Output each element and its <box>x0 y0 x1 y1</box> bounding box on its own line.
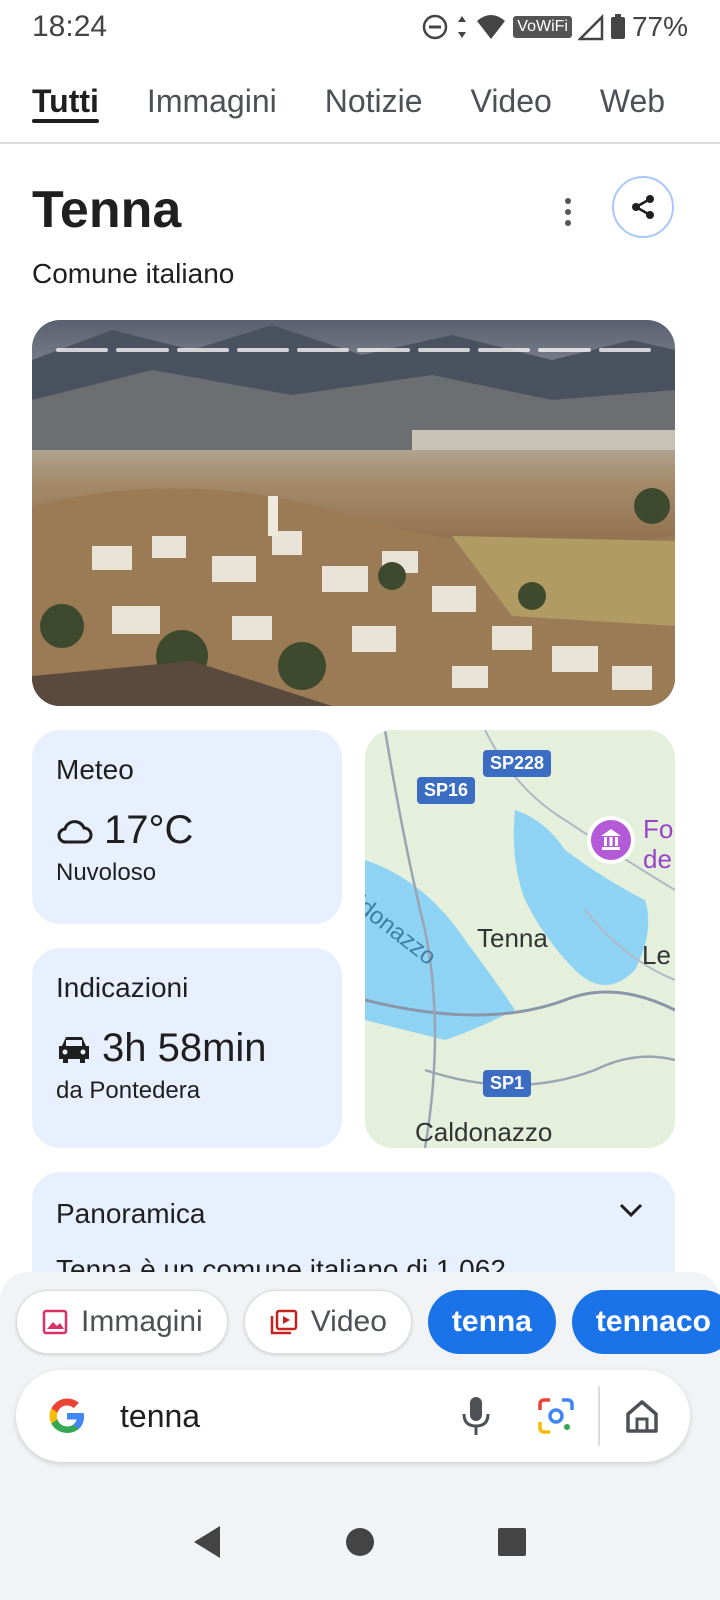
directions-duration: 3h 58min <box>102 1026 267 1070</box>
video-icon <box>270 1309 297 1335</box>
map-label-poi-1: Fo <box>643 814 674 844</box>
chip-tennaco-label: tennaco <box>595 1305 711 1338</box>
wifi-icon <box>477 15 506 39</box>
tab-immagini[interactable]: Immagini <box>147 60 277 142</box>
status-icons: VoWiFi 77% <box>421 11 688 43</box>
page-subtitle: Comune italiano <box>32 258 235 289</box>
chip-tenna-label: tenna <box>451 1305 532 1338</box>
battery-icon <box>610 14 625 39</box>
chip-video[interactable]: Video <box>243 1290 412 1354</box>
map-preview[interactable]: SP228 SP16 SP1 Tenna Caldonazzo aldonazz… <box>365 730 675 1148</box>
home-icon[interactable] <box>622 1396 662 1436</box>
status-time: 18:24 <box>32 10 108 43</box>
hero-image[interactable] <box>32 320 675 706</box>
road-shield-sp1: SP1 <box>483 1070 532 1097</box>
back-icon[interactable] <box>192 1524 224 1560</box>
chip-tenna[interactable]: tenna <box>427 1290 556 1354</box>
signal-icon <box>577 13 604 41</box>
weather-label: Meteo <box>56 754 134 785</box>
cloud-icon <box>57 819 93 843</box>
battery-level: 77% <box>631 11 688 42</box>
weather-card[interactable]: Meteo 17°C Nuvoloso <box>32 730 342 924</box>
home-circle-icon[interactable] <box>344 1526 376 1558</box>
map-label-east: Le <box>642 940 671 970</box>
directions-label: Indicazioni <box>56 972 189 1003</box>
dot-icon <box>565 198 571 204</box>
more-options-button[interactable] <box>550 190 586 234</box>
chip-immagini[interactable]: Immagini <box>16 1290 228 1354</box>
vowifi-badge: VoWiFi <box>513 16 572 38</box>
tab-tutti[interactable]: Tutti <box>32 60 99 142</box>
weather-condition: Nuvoloso <box>56 859 157 886</box>
directions-card[interactable]: Indicazioni 3h 58min da Pontedera <box>32 948 342 1148</box>
page-title: Tenna <box>32 181 182 239</box>
search-bar[interactable]: tenna <box>16 1370 690 1462</box>
data-arrows-icon <box>458 16 467 38</box>
chip-immagini-label: Immagini <box>81 1305 203 1338</box>
chevron-down-icon[interactable] <box>617 1200 645 1220</box>
search-divider <box>598 1386 600 1446</box>
dot-icon <box>565 209 571 215</box>
directions-origin: da Pontedera <box>56 1077 201 1104</box>
dot-icon <box>565 220 571 226</box>
road-shield-sp16: SP16 <box>417 777 476 804</box>
recents-icon[interactable] <box>496 1526 528 1558</box>
status-bar: 18:24 VoWiFi 77% <box>0 0 720 54</box>
road-shield-sp228: SP228 <box>483 750 552 777</box>
system-navigation-bar <box>0 1484 720 1600</box>
tab-video[interactable]: Video <box>471 60 552 142</box>
search-input[interactable]: tenna <box>120 1398 456 1435</box>
image-progress-indicator <box>56 348 651 352</box>
weather-temperature: 17°C <box>104 808 194 852</box>
map-label-lake: Caldonazzo <box>415 1117 553 1147</box>
search-tabs: Tutti Immagini Notizie Video Web <box>0 60 720 144</box>
chip-video-label: Video <box>310 1305 387 1338</box>
microphone-icon[interactable] <box>456 1394 496 1438</box>
image-icon <box>42 1309 68 1335</box>
google-lens-icon[interactable] <box>536 1396 576 1436</box>
chip-tennaco[interactable]: tennaco <box>571 1290 720 1354</box>
village-illustration <box>32 488 675 706</box>
map-label-town: Tenna <box>477 923 548 953</box>
tab-web[interactable]: Web <box>600 60 665 142</box>
map-label-poi-2: de <box>643 844 672 874</box>
share-button[interactable] <box>612 176 674 238</box>
overview-title: Panoramica <box>56 1198 206 1229</box>
dnd-icon <box>423 14 448 40</box>
tab-notizie[interactable]: Notizie <box>325 60 423 142</box>
car-icon <box>59 1036 89 1063</box>
share-icon <box>632 195 654 219</box>
google-logo-icon <box>49 1398 84 1433</box>
museum-pin-icon <box>587 816 635 864</box>
suggestion-chips: Immagini Video tenna tennaco <box>16 1290 720 1354</box>
